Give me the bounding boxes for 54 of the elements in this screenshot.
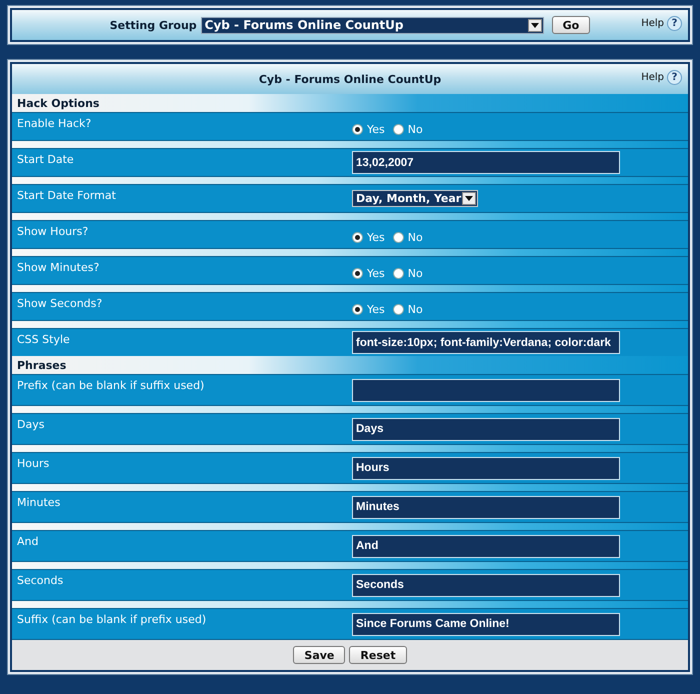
setting-label: And — [16, 534, 40, 548]
panel-title: Cyb - Forums Online CountUp — [258, 72, 442, 86]
reset-button[interactable]: Reset — [349, 646, 407, 664]
caret-icon — [462, 192, 476, 205]
text-field[interactable]: And — [352, 534, 620, 558]
text-field[interactable]: Since Forums Came Online! — [352, 612, 620, 636]
help-link[interactable]: Help — [641, 72, 664, 83]
radio-option[interactable]: Yes — [352, 267, 385, 280]
text-field[interactable] — [352, 378, 620, 402]
save-button[interactable]: Save — [293, 646, 346, 664]
text-field[interactable]: Days — [352, 418, 620, 440]
text-field[interactable]: 13,02,2007 — [352, 151, 620, 174]
radio-icon[interactable] — [392, 124, 404, 135]
help-link[interactable]: Help — [641, 18, 664, 29]
caret-icon — [528, 18, 542, 32]
radio-option[interactable]: No — [392, 231, 423, 244]
text-field[interactable]: font-size:10px; font-family:Verdana; color:dark — [352, 331, 620, 354]
setting-label: Seconds — [16, 573, 64, 587]
setting-label: Enable Hack? — [16, 116, 92, 130]
text-field[interactable]: Minutes — [352, 496, 620, 518]
radio-icon[interactable] — [392, 232, 404, 243]
setting-group-dropdown[interactable]: Cyb - Forums Online CountUp — [200, 16, 544, 34]
format-dropdown[interactable]: Day, Month, Year — [352, 190, 478, 207]
radio-icon[interactable] — [352, 268, 363, 279]
radio-icon[interactable] — [352, 124, 363, 135]
help-icon[interactable]: ? — [667, 16, 682, 31]
setting-group-label: Setting Group — [110, 18, 197, 32]
setting-label: Show Minutes? — [16, 260, 100, 274]
setting-label: Minutes — [16, 495, 62, 509]
setting-label: Show Seconds? — [16, 296, 104, 310]
radio-icon[interactable] — [352, 232, 363, 243]
setting-label: Start Date — [16, 152, 75, 166]
radio-option[interactable]: Yes — [352, 303, 385, 316]
radio-option[interactable]: Yes — [352, 231, 385, 244]
radio-icon[interactable] — [352, 304, 363, 315]
setting-label: Start Date Format — [16, 188, 117, 202]
text-field[interactable]: Seconds — [352, 574, 620, 596]
go-button[interactable]: Go — [552, 16, 590, 34]
section-header: Phrases — [12, 356, 688, 374]
radio-option[interactable]: No — [392, 267, 423, 280]
setting-label: Hours — [16, 456, 50, 470]
radio-option[interactable]: Yes — [352, 123, 385, 136]
setting-label: CSS Style — [16, 332, 71, 346]
radio-option[interactable]: No — [392, 123, 423, 136]
radio-icon[interactable] — [392, 268, 404, 279]
setting-label: Show Hours? — [16, 224, 90, 238]
radio-icon[interactable] — [392, 304, 404, 315]
text-field[interactable]: Hours — [352, 456, 620, 480]
section-header: Hack Options — [12, 94, 688, 112]
setting-label: Suffix (can be blank if prefix used) — [16, 612, 208, 626]
radio-option[interactable]: No — [392, 303, 423, 316]
setting-label: Days — [16, 417, 46, 431]
setting-label: Prefix (can be blank if suffix used) — [16, 378, 206, 392]
help-icon[interactable]: ? — [667, 70, 682, 85]
